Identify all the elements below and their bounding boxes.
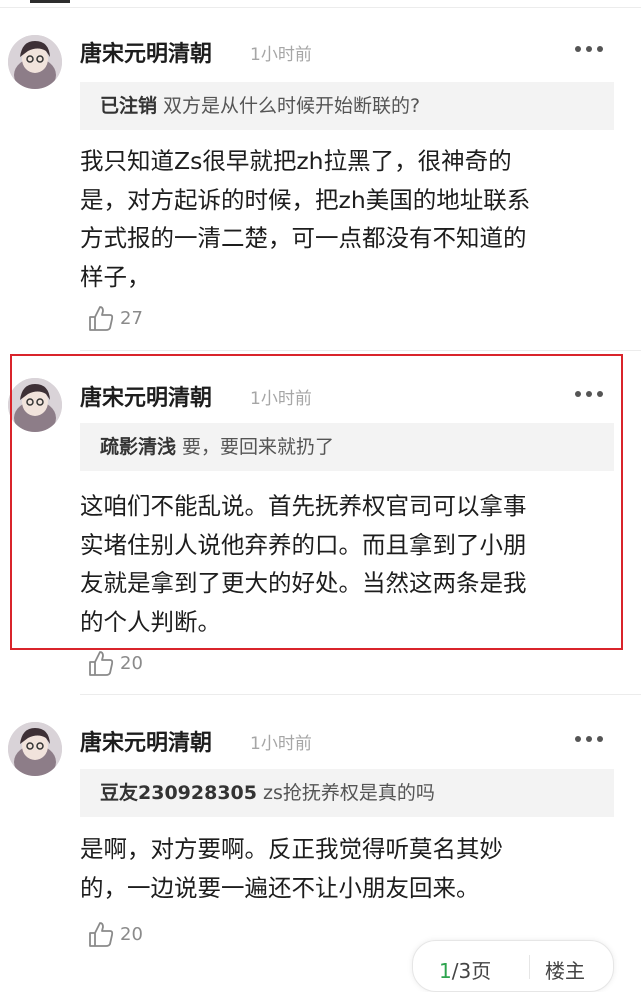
comment-body-line: 是啊，对方要啊。反正我觉得听莫名其妙 [80, 835, 503, 863]
comment-body-line: 我只知道Zs很早就把zh拉黑了，很神奇的 [80, 147, 512, 175]
author-name[interactable]: 唐宋元明清朝 [80, 725, 212, 757]
thumbs-up-icon [89, 306, 114, 331]
active-tab-indicator [30, 0, 70, 3]
highlight-box [10, 354, 623, 650]
page-navigator: 1/3页 楼主 [412, 940, 614, 992]
quoted-reply[interactable]: 豆友230928305 zs抢抚养权是真的吗 [80, 769, 614, 817]
quoted-reply[interactable]: 已注销 双方是从什么时候开始断联的? [80, 82, 614, 130]
pager-divider [529, 955, 530, 979]
like-count: 27 [120, 308, 143, 329]
like-count: 20 [120, 924, 143, 945]
top-bar [0, 0, 641, 8]
quoted-text: 双方是从什么时候开始断联的? [163, 95, 421, 117]
avatar[interactable] [8, 722, 62, 776]
current-page: 1 [439, 959, 452, 983]
comment-body: 是啊，对方要啊。反正我觉得听莫名其妙 的，一边说要一遍还不让小朋友回来。 [80, 830, 620, 907]
comment-time: 1小时前 [250, 45, 312, 65]
thumbs-up-icon [89, 651, 114, 676]
more-dots-icon[interactable] [575, 43, 605, 55]
total-pages: /3页 [451, 959, 492, 983]
comment-time: 1小时前 [250, 734, 312, 754]
owner-only-button[interactable]: 楼主 [545, 955, 585, 984]
like-count: 20 [120, 653, 143, 674]
top-divider [0, 7, 641, 8]
comment-body: 我只知道Zs很早就把zh拉黑了，很神奇的 是，对方起诉的时候，把zh美国的地址联… [80, 142, 620, 296]
author-name[interactable]: 唐宋元明清朝 [80, 36, 212, 68]
quoted-author: 已注销 [100, 95, 158, 117]
more-dots-icon[interactable] [575, 733, 605, 745]
comment-divider [80, 694, 641, 695]
comment-body-line: 是，对方起诉的时候，把zh美国的地址联系 [80, 185, 531, 214]
comment-body-line: 样子， [80, 262, 151, 291]
quoted-text: zs抢抚养权是真的吗 [262, 782, 435, 804]
quoted-author: 豆友230928305 [100, 782, 257, 804]
comment-body-line: 方式报的一清二楚，可一点都没有不知道的 [80, 224, 527, 252]
avatar[interactable] [8, 35, 62, 89]
comment-body-line: 的，一边说要一遍还不让小朋友回来。 [80, 873, 480, 902]
thumbs-up-icon [89, 922, 114, 947]
page-indicator[interactable]: 1/3页 [439, 955, 491, 984]
comment-divider [80, 350, 641, 351]
